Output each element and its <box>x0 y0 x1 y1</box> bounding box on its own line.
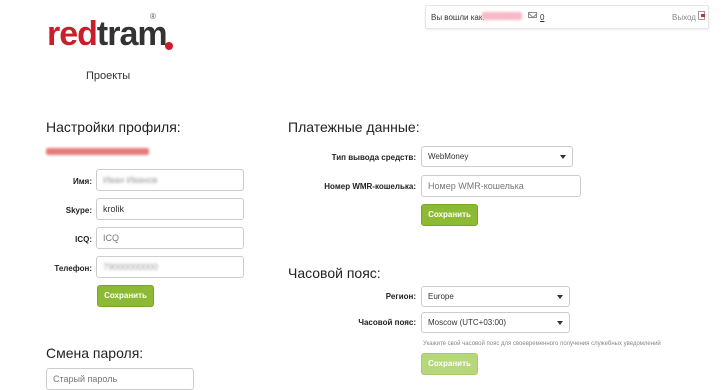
skype-label: Skype: <box>65 206 92 215</box>
payout-type-value: WebMoney <box>428 152 469 161</box>
phone-value: 79000000000 <box>103 262 159 272</box>
logo-text-dark: tram <box>96 15 168 53</box>
user-status-box: Вы вошли как: 0 Выход <box>425 5 709 29</box>
nav-projects[interactable]: Проекты <box>86 70 130 82</box>
timezone-save-button[interactable]: Сохранить <box>421 353 478 375</box>
logo-text-red: red <box>47 15 98 53</box>
skype-input[interactable]: krolik <box>96 198 244 220</box>
payment-data-title: Платежные данные: <box>288 119 420 135</box>
phone-label: Телефон: <box>54 264 92 273</box>
logo-registered-mark: ® <box>150 12 156 21</box>
region-select[interactable]: Europe <box>421 286 570 307</box>
timezone-title: Часовой пояс: <box>288 265 381 281</box>
logout-link[interactable]: Выход <box>672 13 696 22</box>
mail-icon[interactable] <box>528 12 537 18</box>
region-value: Europe <box>428 292 454 301</box>
profile-settings-title: Настройки профиля: <box>46 119 181 135</box>
user-email <box>46 148 149 155</box>
message-count[interactable]: 0 <box>540 13 544 22</box>
timezone-label: Часовой пояс: <box>358 318 416 327</box>
timezone-select[interactable]: Moscow (UTC+03:00) <box>421 312 570 333</box>
payment-save-button[interactable]: Сохранить <box>421 204 478 226</box>
logout-icon[interactable] <box>698 11 705 20</box>
phone-input[interactable]: 79000000000 <box>96 256 244 278</box>
chevron-down-icon <box>560 155 566 159</box>
icq-label: ICQ: <box>75 235 92 244</box>
icq-input[interactable]: ICQ <box>96 227 244 249</box>
chevron-down-icon <box>557 321 563 325</box>
chevron-down-icon <box>557 295 563 299</box>
logo-dot <box>165 42 173 50</box>
payout-type-label: Тип вывода средств: <box>331 153 416 162</box>
timezone-hint: Укажите свой часовой пояс для своевремен… <box>423 341 661 347</box>
wmr-wallet-label: Номер WMR-кошелька: <box>324 182 416 191</box>
timezone-value: Moscow (UTC+03:00) <box>428 318 507 327</box>
profile-save-button[interactable]: Сохранить <box>97 285 154 307</box>
wmr-wallet-input[interactable]: Номер WMR-кошелька <box>421 175 581 197</box>
region-label: Регион: <box>385 292 416 301</box>
payout-type-select[interactable]: WebMoney <box>421 146 573 167</box>
name-label: Имя: <box>73 177 92 186</box>
redtram-logo[interactable]: redtram ® <box>47 12 177 54</box>
username-link[interactable] <box>482 12 522 20</box>
change-password-title: Смена пароля: <box>46 345 144 361</box>
name-input[interactable]: Иван Иванов <box>96 169 244 191</box>
logged-in-label: Вы вошли как: <box>431 13 485 22</box>
old-password-input[interactable]: Старый пароль <box>46 368 194 390</box>
name-value: Иван Иванов <box>103 175 158 185</box>
